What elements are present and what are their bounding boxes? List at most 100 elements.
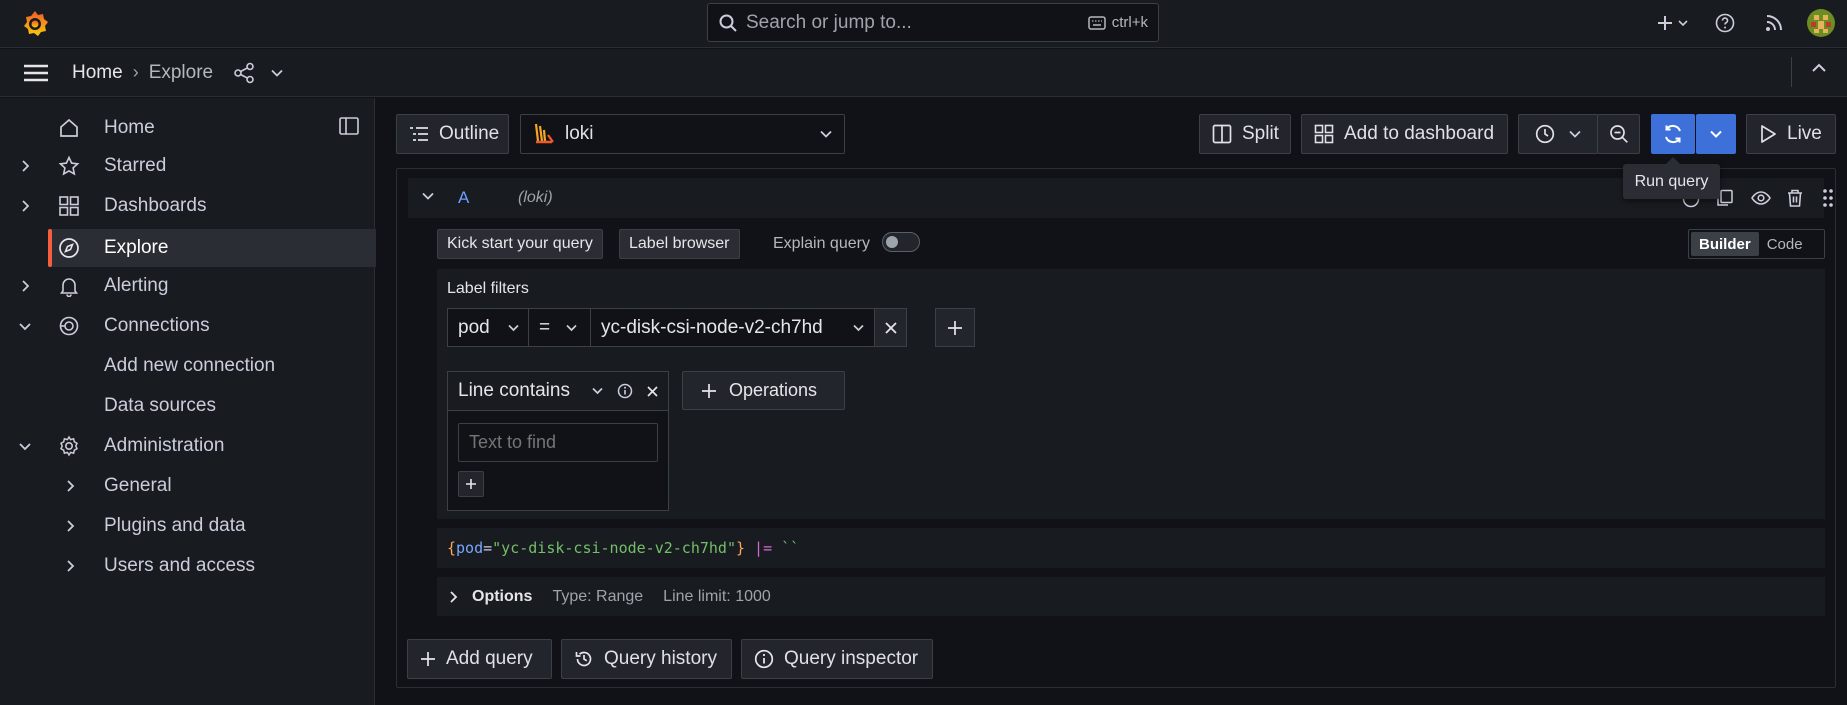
time-picker-button[interactable]	[1518, 114, 1598, 154]
breadcrumb: Home › Explore	[54, 62, 213, 84]
add-to-dashboard-label: Add to dashboard	[1344, 123, 1495, 144]
query-ref-id[interactable]: A	[458, 188, 469, 208]
add-filter-button[interactable]	[935, 308, 975, 347]
sidebar-item-add-new-connection[interactable]: Add new connection	[0, 347, 375, 385]
kick-start-button[interactable]: Kick start your query	[437, 229, 603, 259]
run-query-button[interactable]	[1651, 114, 1695, 154]
sidebar-item-plugins-and-data[interactable]: Plugins and data	[0, 507, 375, 545]
operation-title[interactable]: Line contains	[458, 380, 592, 402]
label-operator-value: =	[539, 316, 551, 338]
sidebar-item-administration[interactable]: Administration	[0, 427, 375, 465]
menu-toggle-button[interactable]	[18, 63, 54, 83]
label-key-value: pod	[458, 316, 490, 338]
sidebar-item-label: Administration	[104, 435, 225, 456]
query-preview: {pod="yc-disk-csi-node-v2-ch7hd"} |= ``	[437, 528, 1825, 568]
share-button[interactable]	[233, 62, 255, 84]
help-button[interactable]	[1697, 13, 1753, 33]
chevron-right-icon[interactable]	[18, 199, 32, 213]
collapse-query-icon[interactable]	[422, 192, 434, 200]
eye-icon[interactable]	[1751, 189, 1771, 207]
chevron-down-icon	[1710, 130, 1722, 138]
sidebar: Home Starred Dashboards Explore Alerting…	[0, 98, 414, 705]
drag-handle-icon[interactable]	[1822, 188, 1834, 208]
add-operation-button[interactable]: Operations	[682, 371, 845, 410]
add-query-button[interactable]: Add query	[407, 639, 552, 679]
sidebar-item-alerting[interactable]: Alerting	[0, 267, 375, 305]
options-line-limit: Line limit: 1000	[663, 587, 771, 605]
chevron-up-icon	[1812, 63, 1826, 73]
query-history-label: Query history	[604, 648, 717, 669]
breadcrumb-separator: ›	[132, 62, 139, 82]
top-bar: Search or jump to... ctrl+k	[0, 0, 1847, 48]
plus-icon	[947, 320, 963, 336]
explain-query-toggle[interactable]	[882, 232, 920, 252]
chevron-down-icon[interactable]	[592, 387, 603, 395]
query-options-row[interactable]: Options Type: Range Line limit: 1000	[437, 577, 1825, 616]
close-icon[interactable]	[647, 385, 658, 397]
sidebar-item-home[interactable]: Home	[0, 109, 375, 147]
split-button[interactable]: Split	[1199, 114, 1291, 154]
query-builder: Label filters pod = yc-disk-csi-node-v2-…	[437, 269, 1825, 519]
run-query-tooltip: Run query	[1623, 164, 1720, 199]
profile-button[interactable]	[1795, 9, 1847, 37]
zoom-out-icon	[1609, 124, 1629, 144]
play-icon	[1759, 124, 1777, 144]
sidebar-item-label: Data sources	[104, 395, 216, 416]
trash-icon[interactable]	[1786, 188, 1804, 208]
label-key-select[interactable]: pod	[447, 308, 529, 347]
chevron-down-icon	[853, 324, 864, 332]
sidebar-item-label: Connections	[104, 315, 210, 336]
live-button[interactable]: Live	[1746, 114, 1836, 154]
label-browser-button[interactable]: Label browser	[619, 229, 740, 259]
datasource-picker[interactable]: loki	[520, 114, 845, 154]
shortcut-text: ctrl+k	[1111, 14, 1148, 31]
chevron-right-icon[interactable]	[63, 519, 77, 533]
sidebar-item-dashboards[interactable]: Dashboards	[0, 187, 375, 225]
operations-label: Operations	[729, 380, 818, 400]
sidebar-item-explore[interactable]: Explore	[48, 229, 414, 267]
chevron-down-icon[interactable]	[18, 319, 32, 333]
sidebar-item-data-sources[interactable]: Data sources	[0, 387, 375, 425]
sidebar-item-connections[interactable]: Connections	[0, 307, 375, 345]
code-mode-tab[interactable]: Code	[1759, 232, 1811, 256]
outline-label: Outline	[439, 123, 500, 144]
grafana-logo-icon[interactable]	[20, 9, 50, 39]
columns-icon	[1212, 124, 1232, 144]
run-query-options-button[interactable]	[1696, 114, 1736, 154]
operation-card: Line contains	[447, 371, 669, 511]
sync-icon	[1662, 123, 1684, 145]
query-row-header: A (loki)	[408, 178, 1833, 218]
query-history-button[interactable]: Query history	[561, 639, 732, 679]
builder-mode-tab[interactable]: Builder	[1691, 232, 1759, 256]
sidebar-item-users-and-access[interactable]: Users and access	[0, 547, 375, 585]
breadcrumb-home[interactable]: Home	[72, 62, 123, 84]
plus-icon	[420, 651, 436, 667]
chevron-right-icon[interactable]	[63, 479, 77, 493]
breadcrumb-current: Explore	[148, 61, 214, 83]
sidebar-item-label: Add new connection	[104, 355, 276, 376]
share-dropdown-button[interactable]	[271, 69, 283, 77]
query-inspector-button[interactable]: Query inspector	[741, 639, 933, 679]
new-menu-button[interactable]	[1647, 14, 1697, 32]
news-button[interactable]	[1753, 14, 1795, 32]
search-input[interactable]: Search or jump to... ctrl+k	[707, 3, 1159, 42]
chevron-right-icon[interactable]	[18, 159, 32, 173]
sidebar-item-general[interactable]: General	[0, 467, 375, 505]
label-operator-select[interactable]: =	[528, 308, 591, 347]
text-to-find-input[interactable]	[458, 423, 658, 462]
sidebar-item-starred[interactable]: Starred	[0, 147, 375, 185]
info-circle-icon[interactable]	[617, 383, 633, 399]
remove-filter-button[interactable]	[874, 308, 907, 347]
breadcrumb-bar: Home › Explore	[0, 49, 1847, 97]
help-icon	[1715, 13, 1735, 33]
label-value-select[interactable]: yc-disk-csi-node-v2-ch7hd	[590, 308, 875, 347]
add-to-dashboard-button[interactable]: Add to dashboard	[1301, 114, 1508, 154]
add-param-button[interactable]	[458, 471, 484, 497]
zoom-out-button[interactable]	[1597, 114, 1640, 154]
chevron-right-icon[interactable]	[63, 559, 77, 573]
query-brace: }	[736, 539, 746, 557]
outline-button[interactable]: Outline	[396, 114, 509, 154]
collapse-header-button[interactable]	[1812, 63, 1826, 73]
chevron-down-icon[interactable]	[18, 439, 32, 453]
chevron-right-icon[interactable]	[18, 279, 32, 293]
